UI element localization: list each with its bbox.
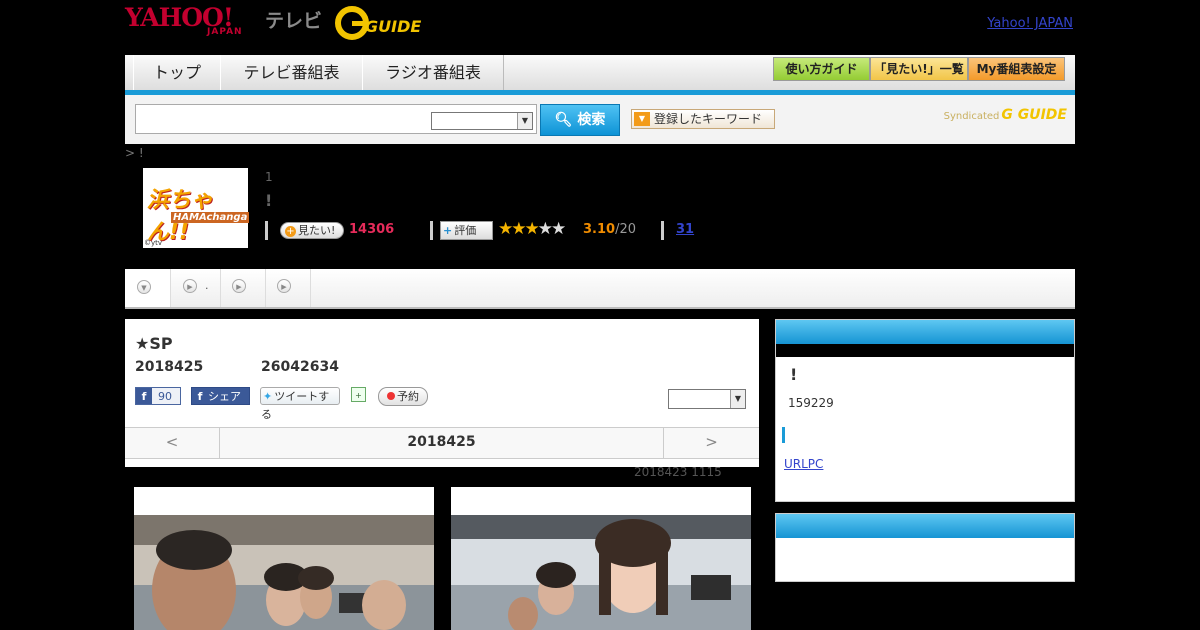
search-button-label: 検索 [577, 112, 606, 128]
divider [265, 221, 268, 240]
syndicated-logo: G GUIDE [1001, 107, 1067, 123]
search-bar: ▼ 🔍︎ 検索 ▼ 登録したキーワード Syndicated G GUIDE [125, 95, 1075, 144]
star-empty-icon: ★ [551, 219, 566, 239]
facebook-icon: f [136, 388, 152, 404]
gguide-logo[interactable]: GUIDE [335, 6, 431, 40]
episode-card: ★SP 2018425 26042634 f 90 f シェア ✦ ツイートする + … [125, 319, 759, 467]
facebook-share-button[interactable]: f シェア [191, 387, 250, 405]
subtab-3[interactable]: ▶ [221, 269, 266, 307]
search-category-select[interactable]: ▼ [431, 112, 533, 130]
sidebar-number: 159229 [788, 396, 834, 410]
episode-photo-2[interactable] [451, 487, 751, 630]
sidebar-band [776, 344, 1074, 357]
search-icon: 🔍︎ [554, 112, 573, 128]
want-count: 14306 [349, 222, 395, 237]
saved-keywords-button[interactable]: ▼ 登録したキーワード [631, 109, 775, 129]
star-empty-icon: ★ [537, 219, 553, 239]
main-nav: トップ テレビ番組表 ラジオ番組表 使い方ガイド 「見たい!」一覧 My番組表設… [125, 55, 1075, 95]
facebook-share-label: シェア [208, 390, 241, 403]
want-to-watch-button[interactable]: + 見たい! [280, 222, 344, 239]
tweet-button[interactable]: ✦ ツイートする [260, 387, 340, 421]
current-date: 2018425 [407, 434, 476, 450]
program-thumbnail[interactable]: 浜ちゃん!! HAMAchanga ©ytv [143, 168, 250, 248]
rating-value: 3.10 [583, 222, 616, 237]
divider [661, 221, 664, 240]
photo-image [451, 515, 751, 630]
rate-label: 評価 [454, 224, 477, 237]
tv-label[interactable]: テレビ [265, 6, 322, 33]
usage-guide-button[interactable]: 使い方ガイド [773, 57, 870, 81]
divider [430, 221, 433, 240]
previous-date-button[interactable]: < [125, 428, 220, 458]
play-icon: ▶ [183, 279, 197, 293]
updated-timestamp: 2018423 1115 [634, 465, 722, 479]
rating-score: 3.10/20 [583, 222, 636, 237]
tab-top[interactable]: トップ [133, 55, 221, 90]
star-filled-icon: ★ [498, 219, 513, 239]
episode-photo-1[interactable] [134, 487, 434, 630]
search-button[interactable]: 🔍︎ 検索 [540, 104, 620, 136]
chevron-down-icon: ▼ [634, 112, 650, 126]
subtab-2[interactable]: ▶ . [171, 269, 221, 307]
rating-total: /20 [615, 222, 636, 237]
thumbnail-copyright: ©ytv [144, 239, 163, 247]
yahoo-japan-link[interactable]: Yahoo! JAPAN [987, 16, 1073, 31]
sidebar-header [776, 320, 1074, 344]
subtab-label: . [205, 279, 209, 292]
rating-stars: ★★★★★ [498, 219, 566, 239]
plus-icon: + [285, 226, 296, 237]
syndicated-label: Syndicated [943, 111, 1000, 122]
my-guide-settings-button[interactable]: My番組表設定 [968, 57, 1065, 81]
svg-text:GUIDE: GUIDE [365, 17, 421, 36]
date-navigator: < 2018425 > [125, 427, 759, 459]
facebook-like-button[interactable]: f 90 [135, 387, 181, 405]
photo-image [134, 515, 434, 630]
star-filled-icon: ★ [511, 219, 526, 239]
next-date-button[interactable]: > [663, 428, 759, 458]
episode-select[interactable]: ▼ [668, 389, 746, 409]
sidebar-section-marker [782, 427, 785, 443]
facebook-like-count: 90 [158, 390, 172, 403]
tab-tv-guide[interactable]: テレビ番組表 [220, 55, 363, 90]
sidebar-header [776, 514, 1074, 538]
yahoo-logo-sub: JAPAN [207, 27, 243, 37]
review-count-link[interactable]: 31 [676, 222, 694, 237]
plus-icon: + [443, 224, 453, 237]
sidebar-title: ! [790, 365, 798, 384]
facebook-icon: f [197, 390, 203, 403]
sidebar-url-link[interactable]: URLPC [784, 457, 823, 471]
episode-time: 26042634 [261, 359, 339, 375]
sidebar-info-box: ! 159229 URLPC [775, 319, 1075, 502]
program-number: 1 [265, 170, 273, 184]
thumbnail-subtitle: HAMAchanga [171, 212, 250, 223]
program-subtabs: ▼ ▶ . ▶ ▶ [125, 269, 1075, 309]
calendar-add-icon[interactable]: + [351, 387, 366, 402]
subtab-4[interactable]: ▶ [266, 269, 311, 307]
chevron-down-icon: ▼ [730, 390, 745, 408]
rate-button[interactable]: + 評価 [440, 221, 493, 240]
want-list-button[interactable]: 「見たい!」一覧 [870, 57, 968, 81]
episode-title: ★SP [135, 334, 173, 353]
chevron-down-icon: ▼ [517, 113, 532, 129]
episode-date: 2018425 [135, 359, 204, 375]
sidebar-secondary-box [775, 513, 1075, 582]
reserve-button[interactable]: 予約 [378, 387, 428, 406]
chevron-down-icon: ▼ [137, 280, 151, 294]
want-label: 見たい! [298, 224, 336, 237]
site-header: YAHOO! JAPAN テレビ GUIDE Yahoo! JAPAN [125, 0, 1075, 55]
play-icon: ▶ [277, 279, 291, 293]
syndicated-badge: Syndicated G GUIDE [944, 107, 1067, 123]
program-title: ! [265, 191, 273, 210]
saved-keywords-label: 登録したキーワード [654, 112, 763, 126]
twitter-icon: ✦ [263, 390, 273, 403]
record-icon [387, 392, 395, 400]
reserve-label: 予約 [397, 390, 419, 403]
play-icon: ▶ [232, 279, 246, 293]
star-filled-icon: ★ [524, 219, 540, 239]
breadcrumb: > ! [125, 146, 144, 160]
tab-radio-guide[interactable]: ラジオ番組表 [362, 55, 504, 90]
subtab-1[interactable]: ▼ [125, 269, 171, 307]
